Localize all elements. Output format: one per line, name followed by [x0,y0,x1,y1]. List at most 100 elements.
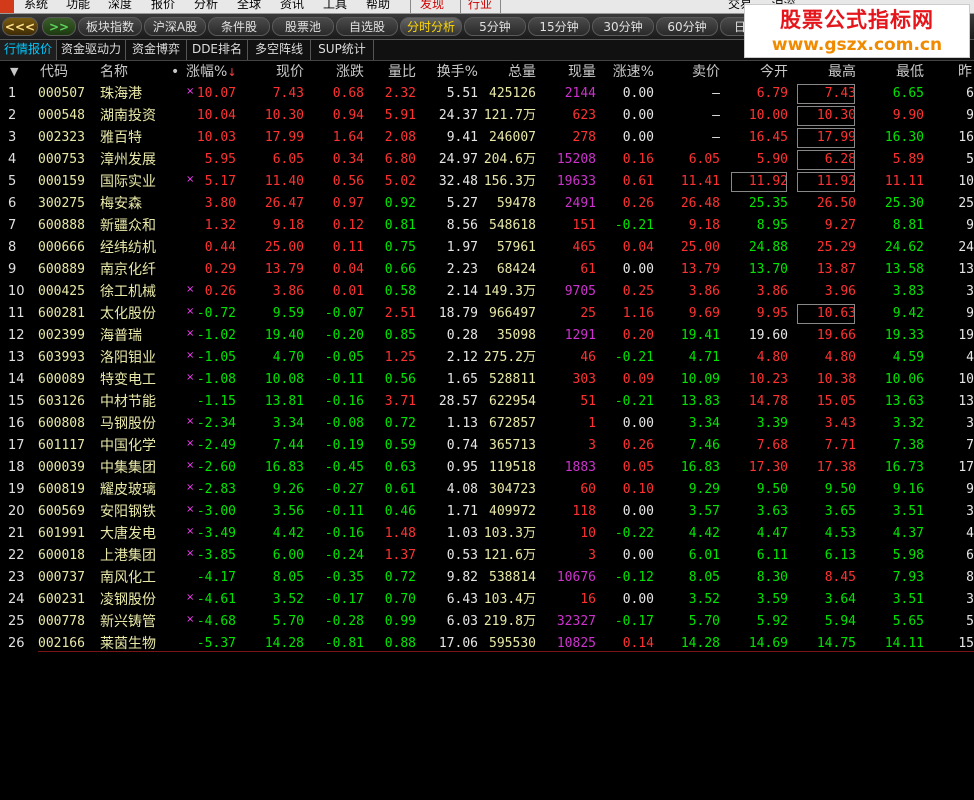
stock-name[interactable]: 漳州发展 [100,149,170,171]
menu-industry[interactable]: 行业 [468,0,492,11]
table-row[interactable]: 5 000159 国际实业 5.17 11.40 0.56 5.02 32.48 156.3万 1… [0,171,974,193]
toolbar-60min[interactable]: 60分钟 [656,17,718,36]
stock-code[interactable]: 000507 [38,83,92,105]
stock-name[interactable]: 特变电工 [100,369,170,391]
col-code[interactable]: 代码 [40,61,68,83]
toolbar-stock-pool[interactable]: 股票池 [272,17,334,36]
stock-name[interactable]: 梅安森 [100,193,170,215]
stock-name[interactable]: 耀皮玻璃 [100,479,170,501]
stock-code[interactable]: 002323 [38,127,92,149]
table-row[interactable]: 8 000666 经纬纺机 0.44 25.00 0.11 0.75 1.97 57961 465… [0,237,974,259]
stock-code[interactable]: 603993 [38,347,92,369]
table-row[interactable]: 15 603126 中材节能 -1.15 13.81 -0.16 3.71 28.57 6229… [0,391,974,413]
stock-code[interactable]: 000753 [38,149,92,171]
table-row[interactable]: 14 600089 特变电工 -1.08 10.08 -0.11 0.56 1.65 52881… [0,369,974,391]
menu-depth[interactable]: 深度 [108,0,132,11]
menu-function[interactable]: 功能 [66,0,90,11]
table-row[interactable]: 24 600231 凌钢股份 -4.61 3.52 -0.17 0.70 6.43 103.4万… [0,589,974,611]
stock-code[interactable]: 000159 [38,171,92,193]
toolbar-conditional-stocks[interactable]: 条件股 [208,17,270,36]
table-row[interactable]: 9 600889 南京化纤 0.29 13.79 0.04 0.66 2.23 68424 61 0… [0,259,974,281]
menu-analysis[interactable]: 分析 [194,0,218,11]
col-current-volume[interactable]: 现量 [546,61,596,83]
toolbar-15min[interactable]: 15分钟 [528,17,590,36]
toolbar-sector-index[interactable]: 板块指数 [78,17,142,36]
table-row[interactable]: 10 000425 徐工机械 0.26 3.86 0.01 0.58 2.14 149.3万 97… [0,281,974,303]
toolbar-watchlist[interactable]: 自选股 [336,17,398,36]
table-row[interactable]: 12 002399 海普瑞 -1.02 19.40 -0.20 0.85 0.28 35098 1… [0,325,974,347]
stock-name[interactable]: 洛阳钼业 [100,347,170,369]
menu-quote[interactable]: 报价 [151,0,175,11]
table-row[interactable]: 1 000507 珠海港 10.07 7.43 0.68 2.32 5.51 425126 214… [0,83,974,105]
stock-name[interactable]: 中国化学 [100,435,170,457]
stock-name[interactable]: 大唐发电 [100,523,170,545]
tab-dde-rank[interactable]: DDE排名 [187,40,248,60]
stock-name[interactable]: 新疆众和 [100,215,170,237]
toolbar-intraday[interactable]: 分时分析 [400,17,462,36]
table-row[interactable]: 23 000737 南风化工 -4.17 8.05 -0.35 0.72 9.82 538814… [0,567,974,589]
table-row[interactable]: 20 600569 安阳钢铁 -3.00 3.56 -0.11 0.46 1.71 409972… [0,501,974,523]
stock-name[interactable]: 珠海港 [100,83,170,105]
tab-market-quotes[interactable]: 行情报价 [0,40,57,60]
tab-fund-game[interactable]: 资金博弈 [126,40,187,60]
stock-code[interactable]: 002399 [38,325,92,347]
stock-code[interactable]: 000737 [38,567,92,589]
menu-help[interactable]: 帮助 [366,0,390,11]
stock-name[interactable]: 上港集团 [100,545,170,567]
table-row[interactable]: 11 600281 太化股份 -0.72 9.59 -0.07 2.51 18.79 96649… [0,303,974,325]
table-row[interactable]: 2 000548 湖南投资 10.04 10.30 0.94 5.91 24.37 121.7万… [0,105,974,127]
col-prev-close[interactable]: 昨 [958,61,972,83]
stock-code[interactable]: 600819 [38,479,92,501]
col-low[interactable]: 最低 [866,61,924,83]
table-row[interactable]: 22 600018 上港集团 -3.85 6.00 -0.24 1.37 0.53 121.6万… [0,545,974,567]
toolbar-a-shares[interactable]: 沪深A股 [144,17,206,36]
stock-code[interactable]: 000666 [38,237,92,259]
stock-code[interactable]: 000778 [38,611,92,633]
expand-right-button[interactable]: >> [42,17,76,36]
stock-code[interactable]: 600889 [38,259,92,281]
stock-name[interactable]: 南风化工 [100,567,170,589]
table-row[interactable]: 6 300275 梅安森 3.80 26.47 0.97 0.92 5.27 59478 2491… [0,193,974,215]
stock-code[interactable]: 600888 [38,215,92,237]
stock-code[interactable]: 603126 [38,391,92,413]
tab-long-short[interactable]: 多空阵线 [248,40,311,60]
stock-code[interactable]: 600569 [38,501,92,523]
stock-code[interactable]: 601991 [38,523,92,545]
stock-name[interactable]: 国际实业 [100,171,170,193]
col-speed[interactable]: 涨速% [596,61,654,83]
stock-name[interactable]: 海普瑞 [100,325,170,347]
stock-name[interactable]: 南京化纤 [100,259,170,281]
stock-name[interactable]: 安阳钢铁 [100,501,170,523]
sort-toggle-icon[interactable]: ▼ [10,61,18,83]
col-turnover[interactable]: 换手% [420,61,478,83]
toolbar-30min[interactable]: 30分钟 [592,17,654,36]
table-row[interactable]: 3 002323 雅百特 10.03 17.99 1.64 2.08 9.41 246007 27… [0,127,974,149]
stock-code[interactable]: 000548 [38,105,92,127]
stock-name[interactable]: 雅百特 [100,127,170,149]
table-row[interactable]: 25 000778 新兴铸管 -4.68 5.70 -0.28 0.99 6.03 219.8万… [0,611,974,633]
col-high[interactable]: 最高 [796,61,856,83]
collapse-left-button[interactable]: <<< [2,17,38,36]
col-change-pct[interactable]: 涨幅%↓ [186,61,237,83]
stock-name[interactable]: 湖南投资 [100,105,170,127]
table-row[interactable]: 13 603993 洛阳钼业 -1.05 4.70 -0.05 1.25 2.12 275.2万… [0,347,974,369]
table-row[interactable]: 16 600808 马钢股份 -2.34 3.34 -0.08 0.72 1.13 672857… [0,413,974,435]
table-row[interactable]: 4 000753 漳州发展 5.95 6.05 0.34 6.80 24.97 204.6万 15… [0,149,974,171]
stock-name[interactable]: 徐工机械 [100,281,170,303]
col-volume-ratio[interactable]: 量比 [370,61,416,83]
tab-sup-stats[interactable]: SUP统计 [311,40,374,60]
col-total-volume[interactable]: 总量 [480,61,536,83]
stock-code[interactable]: 600231 [38,589,92,611]
stock-code[interactable]: 600808 [38,413,92,435]
stock-code[interactable]: 600089 [38,369,92,391]
menu-system[interactable]: 系统 [24,0,48,11]
stock-name[interactable]: 马钢股份 [100,413,170,435]
tab-fund-driver[interactable]: 资金驱动力 [57,40,126,60]
stock-name[interactable]: 中集集团 [100,457,170,479]
table-row[interactable]: 18 000039 中集集团 -2.60 16.83 -0.45 0.63 0.95 11951… [0,457,974,479]
stock-code[interactable]: 000039 [38,457,92,479]
stock-name[interactable]: 新兴铸管 [100,611,170,633]
stock-code[interactable]: 300275 [38,193,92,215]
stock-name[interactable]: 中材节能 [100,391,170,413]
stock-name[interactable]: 经纬纺机 [100,237,170,259]
